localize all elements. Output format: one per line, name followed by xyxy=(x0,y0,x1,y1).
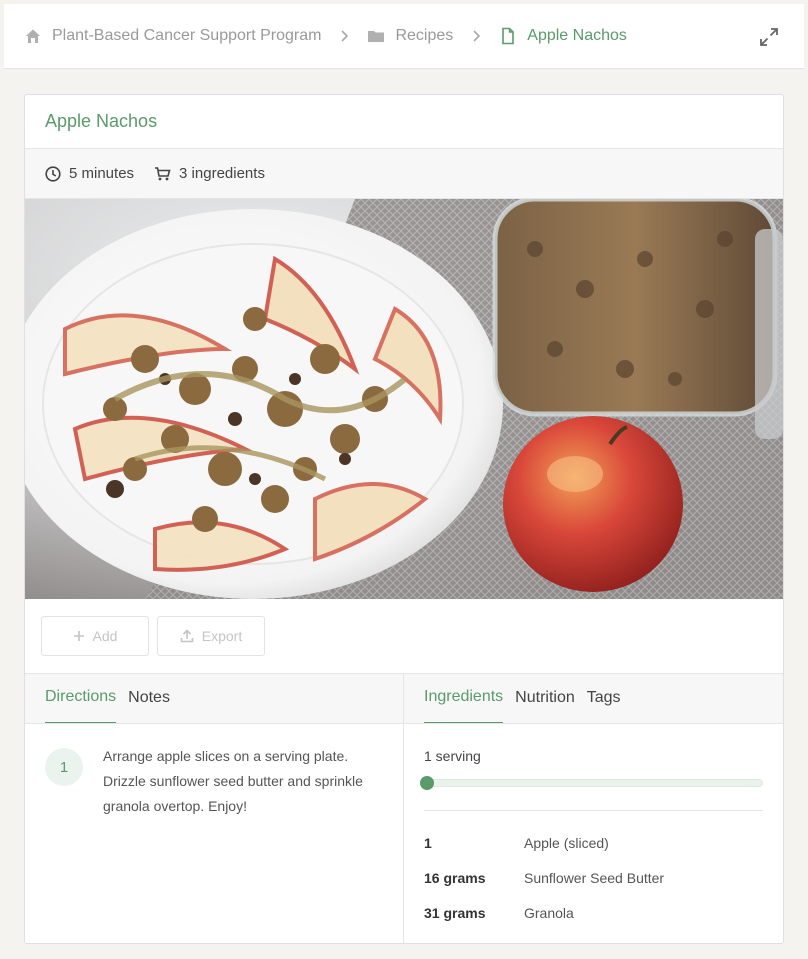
tab-tags[interactable]: Tags xyxy=(587,689,621,723)
step-number: 1 xyxy=(45,748,83,786)
serving-label: 1 serving xyxy=(424,748,481,764)
cart-icon xyxy=(155,166,171,180)
tab-notes[interactable]: Notes xyxy=(128,689,170,723)
tab-nutrition[interactable]: Nutrition xyxy=(515,689,575,723)
slider-thumb[interactable] xyxy=(420,776,434,790)
ingredient-name: Granola xyxy=(524,904,574,921)
export-button[interactable]: Export xyxy=(157,616,265,656)
ingredients-panel: Ingredients Nutrition Tags 1 serving 1 A… xyxy=(404,674,783,943)
left-tabs: Directions Notes xyxy=(25,674,403,724)
ingredient-quantity: 1 xyxy=(424,834,432,851)
chevron-right-icon xyxy=(473,30,481,42)
tab-directions[interactable]: Directions xyxy=(45,688,117,723)
top-bar: Plant-Based Cancer Support Program Recip… xyxy=(4,4,804,69)
add-button-label: Add xyxy=(92,628,118,644)
list-item: 1 Apple (sliced) xyxy=(424,825,763,860)
ingredient-quantity: 16 grams xyxy=(424,869,486,886)
list-item: 16 grams Sunflower Seed Butter xyxy=(424,860,763,895)
time-label: 5 minutes xyxy=(69,165,135,182)
breadcrumb: Plant-Based Cancer Support Program Recip… xyxy=(4,27,627,45)
breadcrumb-recipes[interactable]: Recipes xyxy=(367,27,453,45)
action-bar: Add Export xyxy=(25,599,783,674)
step-text: Arrange apple slices on a serving plate.… xyxy=(103,748,363,814)
add-button[interactable]: Add xyxy=(41,616,149,656)
document-icon xyxy=(502,27,515,45)
ingredient-quantity: 31 grams xyxy=(424,904,486,921)
ingredient-count-label: 3 ingredients xyxy=(179,165,265,182)
direction-step: 1 Arrange apple slices on a serving plat… xyxy=(25,724,403,843)
chevron-right-icon xyxy=(341,30,349,42)
upload-icon xyxy=(180,629,194,643)
ingredient-name: Apple (sliced) xyxy=(524,834,609,851)
slider-track[interactable] xyxy=(424,779,763,787)
details-section: Directions Notes 1 Arrange apple slices … xyxy=(25,674,783,943)
folder-icon xyxy=(368,31,385,42)
directions-panel: Directions Notes 1 Arrange apple slices … xyxy=(25,674,404,943)
ingredient-name: Sunflower Seed Butter xyxy=(524,869,665,886)
home-icon xyxy=(26,29,40,43)
clock-icon xyxy=(45,165,61,182)
right-tabs: Ingredients Nutrition Tags xyxy=(404,674,783,724)
breadcrumb-current: Apple Nachos xyxy=(499,27,627,45)
breadcrumb-program[interactable]: Plant-Based Cancer Support Program xyxy=(24,27,321,45)
ingredient-count-info: 3 ingredients xyxy=(154,165,265,182)
breadcrumb-label: Plant-Based Cancer Support Program xyxy=(52,27,322,44)
ingredient-list: 1 Apple (sliced) 16 grams Sunflower Seed… xyxy=(424,811,763,930)
export-button-label: Export xyxy=(201,628,243,644)
breadcrumb-label: Recipes xyxy=(395,27,454,44)
expand-icon[interactable] xyxy=(758,26,780,48)
serving-slider[interactable] xyxy=(420,776,763,790)
serving-control: 1 serving 1 Apple (sliced) 16 grams Sunf… xyxy=(404,724,783,930)
tab-ingredients[interactable]: Ingredients xyxy=(424,688,504,723)
recipe-photo xyxy=(25,199,783,599)
recipe-card: Apple Nachos 5 minutes 3 ingredients Add… xyxy=(24,94,784,944)
time-info: 5 minutes xyxy=(45,165,134,182)
list-item: 31 grams Granola xyxy=(424,895,763,930)
recipe-meta: 5 minutes 3 ingredients xyxy=(25,149,783,199)
apple-nachos-photo xyxy=(25,199,783,599)
breadcrumb-label: Apple Nachos xyxy=(527,27,627,44)
plus-icon xyxy=(73,631,84,641)
recipe-title: Apple Nachos xyxy=(25,95,783,149)
